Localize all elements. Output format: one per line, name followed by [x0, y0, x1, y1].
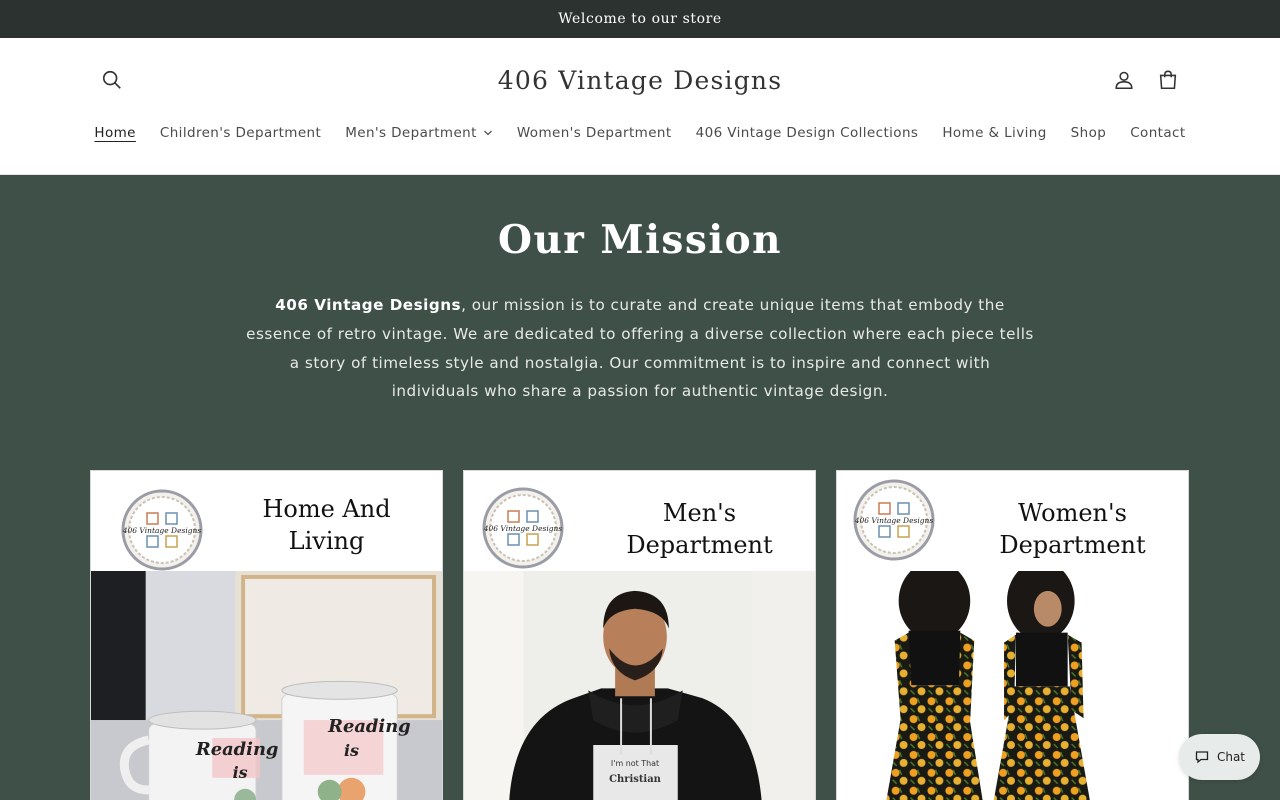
chat-button[interactable]: Chat — [1179, 734, 1260, 780]
mission-brand: 406 Vintage Designs — [275, 296, 462, 314]
nav-item-collections[interactable]: 406 Vintage Design Collections — [684, 125, 931, 141]
search-button[interactable] — [90, 58, 134, 102]
card-title: Home And Living — [262, 495, 391, 555]
collection-card-mens-department[interactable]: 406 Vintage Designs Men's Department I'm… — [463, 470, 816, 800]
mug-text: Reading — [195, 739, 279, 760]
store-brand-link[interactable]: 406 Vintage Designs — [498, 66, 782, 95]
mission-text: 406 Vintage Designs, our mission is to c… — [245, 291, 1035, 406]
account-button[interactable] — [1102, 58, 1146, 102]
header-actions — [1102, 58, 1190, 102]
search-icon — [102, 70, 121, 89]
cart-icon — [1159, 70, 1177, 90]
logo-text: 406 Vintage Designs — [483, 524, 563, 533]
brand-logo-badge: 406 Vintage Designs — [482, 487, 564, 569]
nav-item-childrens-department[interactable]: Children's Department — [148, 125, 333, 141]
chat-bubble-icon — [1195, 751, 1209, 764]
main-nav: Home Children's Department Men's Departm… — [0, 120, 1280, 146]
logo-text: 406 Vintage Designs — [122, 526, 202, 535]
mug-text: is — [233, 763, 248, 782]
brand-logo-badge: 406 Vintage Designs — [853, 479, 935, 561]
mug-text: is — [344, 741, 359, 760]
mission-title: Our Mission — [497, 217, 783, 263]
card-header: 406 Vintage Designs Men's Department — [464, 471, 815, 571]
chevron-down-icon — [483, 130, 492, 136]
card-title: Women's Department — [999, 499, 1146, 559]
womens-department-image — [837, 571, 1188, 800]
mug-text: Reading — [327, 716, 411, 737]
nav-item-contact[interactable]: Contact — [1118, 125, 1197, 141]
nav-label: Men's Department — [345, 125, 477, 141]
nav-label: Home & Living — [942, 125, 1047, 141]
mens-department-image: I'm not That Christian — [464, 571, 815, 800]
card-header: 406 Vintage Designs Women's Department — [837, 471, 1188, 571]
header-top-row: 406 Vintage Designs — [90, 58, 1190, 102]
nav-label: Contact — [1130, 125, 1186, 141]
home-living-image: Reading is Reading is — [91, 571, 442, 800]
nav-item-shop[interactable]: Shop — [1059, 125, 1119, 141]
nav-label: Children's Department — [159, 125, 322, 141]
shirt-text: I'm not That — [611, 759, 659, 768]
nav-item-home[interactable]: Home — [82, 125, 147, 141]
shirt-text: Christian — [609, 774, 661, 785]
cart-button[interactable] — [1146, 58, 1190, 102]
collection-card-womens-department[interactable]: 406 Vintage Designs Women's Department — [836, 470, 1189, 800]
card-title: Men's Department — [626, 499, 773, 559]
collection-card-home-living[interactable]: 406 Vintage Designs Home And Living Read… — [90, 470, 443, 800]
nav-item-mens-department[interactable]: Men's Department — [333, 125, 505, 141]
nav-label: Home — [94, 125, 136, 141]
announcement-bar: Welcome to our store — [0, 0, 1280, 38]
nav-label: Shop — [1070, 125, 1107, 141]
site-header: 406 Vintage Designs Home Children's Depa… — [0, 38, 1280, 175]
nav-item-womens-department[interactable]: Women's Department — [505, 125, 684, 141]
logo-text: 406 Vintage Designs — [854, 516, 934, 525]
brand-logo-badge: 406 Vintage Designs — [121, 489, 203, 571]
announcement-text: Welcome to our store — [558, 11, 722, 27]
collection-cards: 406 Vintage Designs Home And Living Read… — [90, 470, 1190, 800]
account-icon — [1115, 71, 1133, 90]
nav-label: 406 Vintage Design Collections — [695, 125, 919, 141]
card-header: 406 Vintage Designs Home And Living — [91, 471, 442, 571]
nav-item-home-living[interactable]: Home & Living — [930, 125, 1058, 141]
mission-section: Our Mission 406 Vintage Designs, our mis… — [0, 175, 1280, 800]
nav-label: Women's Department — [516, 125, 672, 141]
chat-label: Chat — [1216, 750, 1246, 764]
